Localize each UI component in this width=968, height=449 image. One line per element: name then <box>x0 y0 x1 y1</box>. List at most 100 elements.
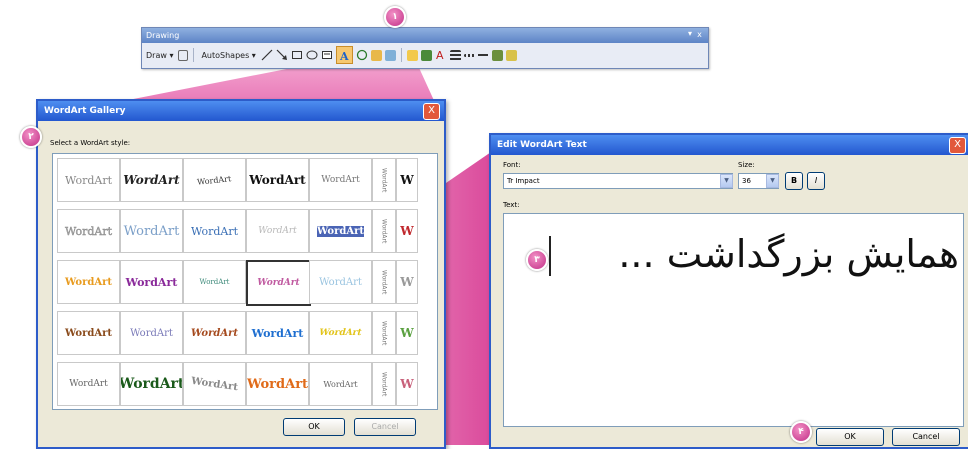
wordart-style-option-w[interactable]: W <box>396 260 418 304</box>
wordart-style-option-w[interactable]: W <box>396 209 418 253</box>
draw-menu-button[interactable]: Draw ▾ <box>144 47 175 63</box>
wordart-style-option[interactable]: WordArt <box>246 362 309 406</box>
diagram-icon[interactable] <box>356 49 368 61</box>
wordart-style-option[interactable]: WordArt <box>120 209 183 253</box>
wordart-style-sample: WordArt <box>190 224 239 238</box>
wordart-style-option[interactable]: WordArt <box>57 362 120 406</box>
oval-icon[interactable] <box>306 49 318 61</box>
wordart-style-option[interactable]: WordArt <box>183 362 246 406</box>
wordart-style-option[interactable]: WordArt <box>309 209 372 253</box>
wordart-style-option-w[interactable]: W <box>396 158 418 202</box>
step-4-badge: ۴ <box>790 421 812 443</box>
picture-icon[interactable] <box>384 49 396 61</box>
step-3-badge: ۳ <box>526 249 548 271</box>
wordart-style-option[interactable]: WordArt <box>309 311 372 355</box>
wordart-style-option[interactable]: WordArt <box>246 311 309 355</box>
wordart-style-option-w[interactable]: W <box>396 311 418 355</box>
wordart-style-option[interactable]: WordArt <box>246 209 309 253</box>
wordart-style-sample: WordArt <box>125 275 178 289</box>
wordart-gallery-dialog: WordArt Gallery X Select a WordArt style… <box>36 99 446 449</box>
arrow-style-icon[interactable] <box>477 49 489 61</box>
wordart-style-sample: WordArt <box>380 371 388 397</box>
wordart-style-option-vertical[interactable]: WordArt <box>372 158 396 202</box>
toolbar-buttons: Draw ▾ AutoShapes ▾ A A <box>144 46 517 64</box>
step-2-badge: ۲ <box>20 126 42 148</box>
font-color-icon[interactable]: A <box>435 49 447 61</box>
toolbar-separator <box>193 48 195 62</box>
wordart-style-sample: WordArt <box>199 278 230 286</box>
gallery-close-button[interactable]: X <box>423 103 440 120</box>
wordart-style-option[interactable]: WordArt <box>183 260 246 304</box>
edit-cancel-button[interactable]: Cancel <box>892 428 960 446</box>
wordart-style-option[interactable]: WordArt <box>183 158 246 202</box>
textbox-icon[interactable] <box>321 49 333 61</box>
edit-ok-button[interactable]: OK <box>816 428 884 446</box>
insert-wordart-button[interactable]: A <box>335 46 353 64</box>
wordart-style-sample: WordArt <box>321 175 360 185</box>
size-label: Size: <box>738 161 755 169</box>
line-style-icon[interactable] <box>449 49 461 61</box>
wordart-style-sample: WordArt <box>190 375 239 393</box>
wordart-style-option[interactable]: WordArt <box>309 362 372 406</box>
italic-button[interactable]: I <box>807 172 825 190</box>
drawing-toolbar: Drawing ▾ x Draw ▾ AutoShapes ▾ A A <box>141 27 709 69</box>
wordart-style-option[interactable]: WordArt <box>246 260 311 306</box>
wordart-style-option[interactable]: WordArt <box>183 209 246 253</box>
3d-icon[interactable] <box>505 49 517 61</box>
step-1-badge: ۱ <box>384 6 406 28</box>
size-dropdown-icon[interactable]: ▼ <box>766 174 779 188</box>
shadow-icon[interactable] <box>491 49 503 61</box>
select-pointer-icon[interactable] <box>178 49 189 61</box>
wordart-style-option-vertical[interactable]: WordArt <box>372 311 396 355</box>
font-label: Font: <box>503 161 521 169</box>
wordart-style-option[interactable]: WordArt <box>183 311 246 355</box>
toolbar-close-icon[interactable]: x <box>695 30 704 39</box>
wordart-style-sample: WordArt <box>64 224 113 238</box>
wordart-style-option[interactable]: WordArt <box>309 260 372 304</box>
edit-title: Edit WordArt Text <box>491 135 968 155</box>
wordart-style-w-sample: W <box>400 224 414 238</box>
wordart-style-sample: WordArt <box>191 327 238 339</box>
wordart-style-option-vertical[interactable]: WordArt <box>372 260 396 304</box>
wordart-style-sample: WordArt <box>380 320 388 346</box>
wordart-style-option-vertical[interactable]: WordArt <box>372 209 396 253</box>
line-color-icon[interactable] <box>420 49 432 61</box>
fill-color-icon[interactable] <box>406 49 418 61</box>
wordart-style-option[interactable]: WordArt <box>246 158 309 202</box>
wordart-text-value: همایش بزرگداشت ... <box>618 232 959 276</box>
wordart-style-option-w[interactable]: W <box>396 362 418 406</box>
gallery-cancel-button[interactable]: Cancel <box>354 418 416 436</box>
wordart-style-option[interactable]: WordArt <box>309 158 372 202</box>
wordart-style-option[interactable]: WordArt <box>120 158 183 202</box>
svg-text:A: A <box>339 50 349 61</box>
font-select[interactable]: Tr Impact <box>503 173 733 189</box>
text-label: Text: <box>503 201 520 209</box>
svg-text:A: A <box>436 49 444 61</box>
autoshapes-menu-button[interactable]: AutoShapes ▾ <box>199 47 257 63</box>
edit-close-button[interactable]: X <box>949 137 966 154</box>
wordart-style-option[interactable]: WordArt <box>120 260 183 304</box>
wordart-style-sample: WordArt <box>380 167 388 193</box>
wordart-style-option[interactable]: WordArt <box>57 311 120 355</box>
wordart-style-w-sample: W <box>400 275 414 289</box>
wordart-style-option[interactable]: WordArt <box>57 158 120 202</box>
wordart-style-option[interactable]: WordArt <box>57 209 120 253</box>
wordart-style-option[interactable]: WordArt <box>120 311 183 355</box>
wordart-style-sample: WordArt <box>65 327 112 339</box>
wordart-style-option[interactable]: WordArt <box>120 362 183 406</box>
wordart-style-sample: WordArt <box>246 376 309 392</box>
clip-art-icon[interactable] <box>370 49 382 61</box>
wordart-style-option[interactable]: WordArt <box>57 260 120 304</box>
rectangle-icon[interactable] <box>291 49 303 61</box>
arrow-icon[interactable] <box>276 49 288 61</box>
toolbar-menu-icon[interactable]: ▾ <box>688 29 692 38</box>
wordart-style-option-vertical[interactable]: WordArt <box>372 362 396 406</box>
bold-button[interactable]: B <box>785 172 803 190</box>
gallery-ok-button[interactable]: OK <box>283 418 345 436</box>
wordart-text-input[interactable]: همایش بزرگداشت ... <box>503 213 964 427</box>
dash-style-icon[interactable] <box>463 53 475 57</box>
line-icon[interactable] <box>261 49 273 61</box>
wordart-style-sample: WordArt <box>318 328 363 338</box>
font-dropdown-icon[interactable]: ▼ <box>720 174 733 188</box>
toolbar-separator <box>400 48 402 62</box>
